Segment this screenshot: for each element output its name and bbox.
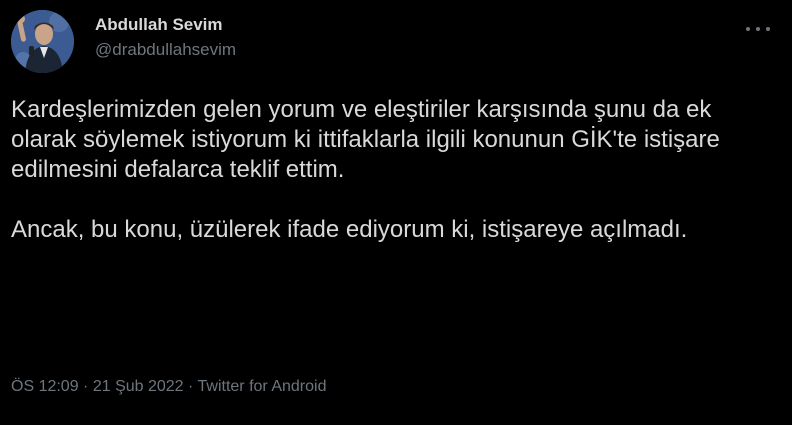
tweet-meta: ÖS 12:09 · 21 Şub 2022 · Twitter for And…	[11, 377, 326, 397]
user-handle[interactable]: @drabdullahsevim	[95, 39, 236, 61]
tweet-card: Abdullah Sevim @drabdullahsevim Kardeşle…	[0, 0, 792, 425]
dot-icon	[746, 27, 750, 31]
tweet-paragraph: Kardeşlerimizden gelen yorum ve eleştiri…	[11, 96, 720, 183]
tweet-source[interactable]: Twitter for Android	[198, 378, 327, 395]
dot-icon	[756, 27, 760, 31]
profile-photo-icon	[11, 10, 74, 73]
tweet-time[interactable]: ÖS 12:09	[11, 378, 79, 395]
tweet-date[interactable]: 21 Şub 2022	[93, 378, 184, 395]
display-name[interactable]: Abdullah Sevim	[95, 14, 236, 36]
more-options-icon[interactable]	[746, 22, 770, 36]
avatar[interactable]	[11, 10, 74, 73]
dot-icon	[766, 27, 770, 31]
tweet-paragraph: Ancak, bu konu, üzülerek ifade ediyorum …	[11, 216, 688, 243]
tweet-text: Kardeşlerimizden gelen yorum ve eleştiri…	[11, 95, 781, 245]
author-block: Abdullah Sevim @drabdullahsevim	[95, 14, 236, 61]
meta-separator: ·	[78, 378, 93, 395]
meta-separator: ·	[183, 378, 198, 395]
